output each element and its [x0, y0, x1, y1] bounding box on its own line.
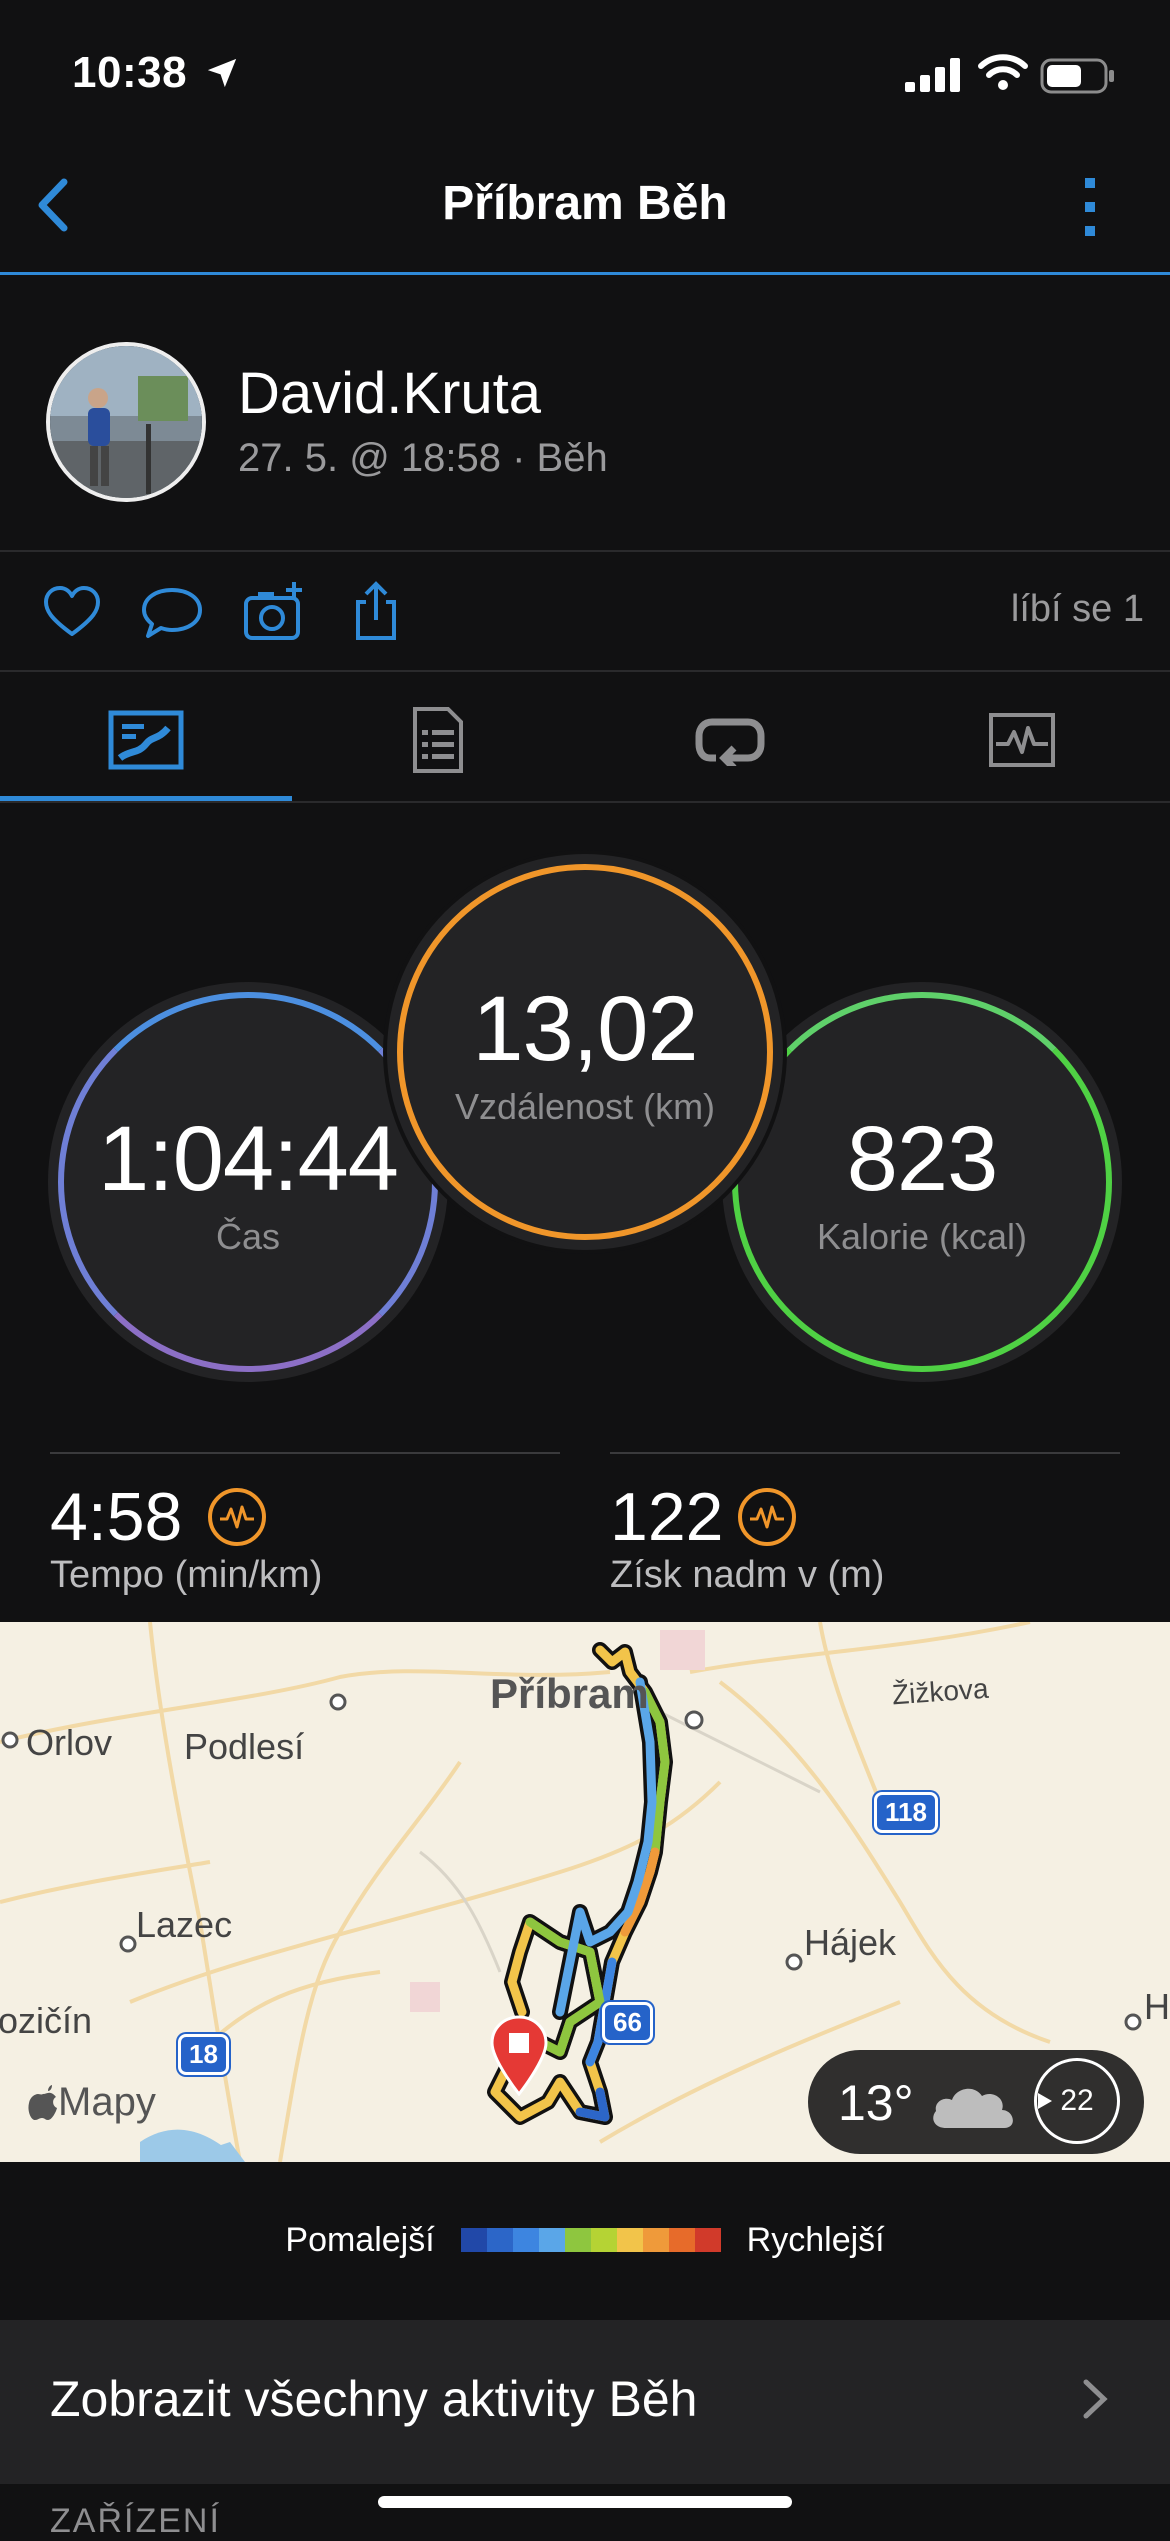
chevron-right-icon[interactable] — [1080, 2376, 1110, 2422]
legend-swatch — [486, 2228, 513, 2252]
map-label-hajek: Hájek — [804, 1922, 897, 1963]
more-options-icon[interactable] — [1070, 172, 1110, 242]
finish-marker-icon — [490, 2015, 548, 2096]
distance-value: 13,02 — [472, 977, 698, 1080]
time-value: 1:04:44 — [98, 1107, 399, 1210]
wind-speed: 22 — [1060, 2084, 1094, 2117]
map-attribution-text: Mapy — [58, 2080, 156, 2124]
cloud-icon — [933, 2088, 1013, 2128]
map-label-h: H — [1144, 1986, 1170, 2027]
tab-details[interactable] — [292, 680, 584, 800]
time-label: Čas — [215, 1215, 281, 1257]
divider — [0, 670, 1170, 672]
divider — [0, 801, 1170, 803]
likes-count[interactable]: líbí se 1 — [1011, 588, 1144, 631]
road-shield-118: 118 — [874, 1792, 938, 1833]
elevation-gain-label: Získ nadm v (m) — [610, 1554, 885, 1596]
tab-overview[interactable] — [0, 680, 292, 800]
apple-maps-attribution: Mapy — [28, 2080, 156, 2125]
legend-swatch — [564, 2228, 591, 2252]
home-indicator[interactable] — [378, 2496, 792, 2508]
section-label-device: ZAŘÍZENÍ — [50, 2502, 221, 2540]
avatar[interactable] — [46, 342, 206, 502]
tab-laps[interactable] — [584, 680, 876, 800]
distance-label: Vzdálenost (km) — [454, 1085, 716, 1127]
laps-icon — [695, 718, 765, 766]
divider — [0, 550, 1170, 552]
legend-swatch — [590, 2228, 617, 2252]
add-photo-icon[interactable] — [242, 580, 306, 644]
legend-fast-label: Rychlejší — [746, 2220, 885, 2259]
like-heart-icon[interactable] — [40, 580, 104, 644]
pace-label: Tempo (min/km) — [50, 1554, 323, 1596]
legend-swatch — [668, 2228, 695, 2252]
battery-icon — [1040, 58, 1114, 94]
legend-slow-label: Pomalejší — [285, 2220, 435, 2259]
charts-icon — [989, 713, 1055, 767]
legend-swatch — [538, 2228, 565, 2252]
divider — [50, 1452, 560, 1454]
overview-icon — [108, 710, 184, 770]
wifi-icon — [978, 54, 1028, 90]
pace-legend: Pomalejší Rychlejší — [0, 2210, 1170, 2270]
tab-charts[interactable] — [876, 680, 1168, 800]
pace-value: 4:58 — [50, 1479, 183, 1555]
elevation-chart-icon[interactable] — [738, 1488, 796, 1546]
apple-logo-icon — [28, 2084, 57, 2120]
weather-badge[interactable]: 13° 22 — [808, 2050, 1144, 2154]
legend-swatch — [694, 2228, 721, 2252]
wind-direction-icon — [1038, 2093, 1052, 2109]
cellular-signal-icon — [905, 58, 960, 92]
status-time: 10:38 — [72, 48, 188, 97]
divider — [610, 1452, 1120, 1454]
user-name[interactable]: David.Kruta — [238, 360, 541, 427]
legend-swatch — [460, 2228, 487, 2252]
calories-label: Kalorie (kcal) — [816, 1215, 1028, 1257]
map-label-lazec: Lazec — [136, 1904, 233, 1945]
map-label-orlov: Orlov — [26, 1722, 113, 1763]
map-label-podlesi: Podlesí — [184, 1726, 305, 1767]
map-label-zizkova: Žižkova — [891, 1672, 990, 1711]
legend-color-bar — [460, 2228, 721, 2252]
comment-icon[interactable] — [140, 580, 204, 644]
header-divider — [0, 272, 1170, 275]
legend-swatch — [616, 2228, 643, 2252]
road-shield-18: 18 — [178, 2034, 229, 2075]
time-metric: 1:04:44 Čas — [58, 992, 438, 1372]
legend-swatch — [642, 2228, 669, 2252]
legend-swatch — [512, 2228, 539, 2252]
calories-metric: 823 Kalorie (kcal) — [732, 992, 1112, 1372]
road-shield-66: 66 — [602, 2002, 653, 2043]
details-icon — [413, 707, 463, 773]
distance-metric: 13,02 Vzdálenost (km) — [397, 864, 773, 1240]
map-label-ozicin: ozičín — [0, 2000, 93, 2041]
elevation-gain-value: 122 — [610, 1479, 724, 1555]
weather-temperature: 13° — [838, 2075, 914, 2131]
map-label-pribram: Příbram — [490, 1670, 649, 1717]
location-arrow-icon — [207, 58, 237, 88]
share-icon[interactable] — [344, 580, 408, 644]
activity-meta: 27. 5. @ 18:58 · Běh — [238, 436, 608, 480]
page-title: Příbram Běh — [442, 177, 728, 230]
pace-chart-icon[interactable] — [208, 1488, 266, 1546]
all-activities-label[interactable]: Zobrazit všechny aktivity Běh — [50, 2370, 698, 2428]
calories-value: 823 — [846, 1107, 998, 1210]
